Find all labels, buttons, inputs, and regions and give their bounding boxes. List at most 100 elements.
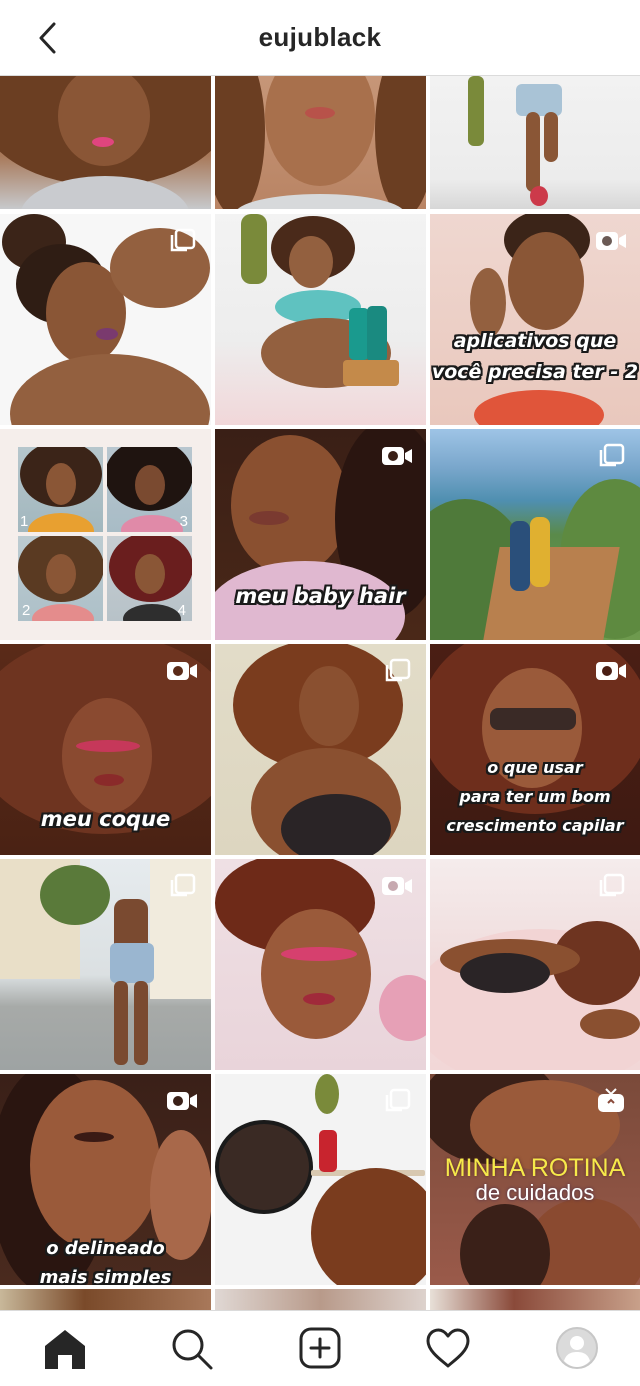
- collage-cell: 1: [18, 447, 103, 532]
- post-tile[interactable]: [430, 1289, 640, 1310]
- post-photo: [430, 1289, 640, 1310]
- shorts-shape: [110, 943, 154, 983]
- home-icon: [45, 1330, 85, 1369]
- carousel-icon: [165, 873, 199, 899]
- lips-shape: [303, 993, 335, 1005]
- post-tile[interactable]: [215, 644, 426, 855]
- leg-shape: [526, 112, 540, 192]
- video-camera-icon: [594, 658, 628, 684]
- carousel-icon: [380, 1088, 414, 1114]
- tab-new-post[interactable]: [295, 1325, 345, 1373]
- eye-shadow-shape: [76, 740, 140, 752]
- collage-cell: 4: [107, 536, 192, 621]
- lips-shape: [92, 137, 114, 147]
- eye-shadow-shape: [281, 947, 357, 961]
- caption-line: você precisa ter - 2: [431, 360, 639, 383]
- plant-shape: [241, 214, 267, 284]
- face-shape: [135, 465, 165, 505]
- carousel-icon: [594, 873, 628, 899]
- video-camera-icon: [594, 228, 628, 254]
- collage-number: 1: [20, 513, 29, 530]
- leg-shape: [544, 112, 558, 162]
- leg-shape: [114, 981, 128, 1065]
- tab-search[interactable]: [167, 1325, 217, 1373]
- profile-avatar-icon: [556, 1327, 598, 1369]
- tab-activity[interactable]: [423, 1325, 473, 1373]
- post-tile[interactable]: [215, 1289, 426, 1310]
- video-camera-icon: [165, 658, 199, 684]
- post-tile[interactable]: [0, 214, 211, 425]
- palm-shape: [40, 865, 110, 925]
- post-tile[interactable]: [430, 429, 640, 640]
- top-shape: [32, 604, 94, 621]
- post-tile[interactable]: [215, 214, 426, 425]
- face-shape: [261, 909, 371, 1039]
- face-shape: [62, 698, 152, 814]
- post-caption-subtitle: de cuidados: [475, 1180, 595, 1205]
- profile-username-title: eujublack: [258, 22, 382, 52]
- shorts-shape: [516, 84, 562, 116]
- person-shape: [510, 521, 530, 591]
- post-tile[interactable]: [0, 859, 211, 1070]
- post-tile[interactable]: meu coque: [0, 644, 211, 855]
- post-tile[interactable]: [0, 76, 211, 209]
- face-shape: [508, 232, 584, 330]
- mirror-shape: [215, 1120, 313, 1214]
- posts-grid[interactable]: aplicativos que você precisa ter - 2 1 3: [0, 76, 640, 1310]
- bottle-shape: [349, 308, 369, 360]
- bottom-tab-bar: [0, 1310, 640, 1386]
- collage-cell: 2: [18, 536, 103, 621]
- tab-profile[interactable]: [552, 1325, 602, 1373]
- person-shape: [530, 517, 550, 587]
- eye-shape: [74, 1132, 114, 1142]
- post-tile[interactable]: o delineado mais simples: [0, 1074, 211, 1285]
- post-caption-title: MINHA ROTINA: [444, 1154, 626, 1182]
- post-tile[interactable]: [215, 1074, 426, 1285]
- new-post-icon: [299, 1327, 341, 1369]
- lips-shape: [249, 511, 289, 525]
- collage: 1 3 2 4: [18, 447, 192, 621]
- caption-line: o que usar: [487, 758, 583, 777]
- video-camera-icon: [165, 1088, 199, 1114]
- post-tile[interactable]: MINHA ROTINA de cuidados: [430, 1074, 640, 1285]
- video-camera-icon: [380, 873, 414, 899]
- post-tile[interactable]: [215, 859, 426, 1070]
- face-shape: [289, 236, 333, 288]
- bottle-shape: [367, 306, 387, 362]
- activity-heart-icon: [426, 1328, 470, 1368]
- igtv-icon: [594, 1088, 628, 1114]
- collage-number: 2: [22, 602, 31, 619]
- arm-shape: [580, 1009, 640, 1039]
- lips-shape: [96, 328, 118, 340]
- top-shape: [123, 604, 181, 621]
- hair-shape: [375, 76, 426, 209]
- tab-home[interactable]: [40, 1325, 90, 1373]
- lips-shape: [305, 107, 335, 119]
- post-caption: aplicativos que você precisa ter - 2: [430, 330, 640, 385]
- post-caption: o que usar para ter um bom crescimento c…: [430, 758, 640, 836]
- lips-shape: [94, 774, 124, 786]
- caption-line: crescimento capilar: [446, 816, 624, 835]
- face-shape: [30, 1080, 160, 1250]
- post-tile[interactable]: aplicativos que você precisa ter - 2: [430, 214, 640, 425]
- glasses-shape: [490, 708, 576, 730]
- post-tile[interactable]: [0, 1289, 211, 1310]
- lingerie-shape: [460, 953, 550, 993]
- post-caption: o delineado mais simples: [0, 1238, 211, 1285]
- search-icon: [172, 1329, 213, 1370]
- post-tile[interactable]: [430, 76, 640, 209]
- face-shape: [46, 554, 76, 594]
- caption-line: aplicativos que: [453, 330, 617, 352]
- post-tile[interactable]: o que usar para ter um bom crescimento c…: [430, 644, 640, 855]
- face-shape: [231, 435, 349, 575]
- hand-shape: [470, 268, 506, 338]
- post-tile[interactable]: meu baby hair: [215, 429, 426, 640]
- leg-shape: [134, 981, 148, 1065]
- post-tile[interactable]: 1 3 2 4: [0, 429, 211, 640]
- caption-line: para ter um bom: [459, 787, 611, 806]
- post-photo: [215, 1289, 426, 1310]
- collage-cell: 3: [107, 447, 192, 532]
- post-tile[interactable]: [430, 859, 640, 1070]
- post-tile[interactable]: [215, 76, 426, 209]
- caption-line: meu coque: [40, 807, 171, 831]
